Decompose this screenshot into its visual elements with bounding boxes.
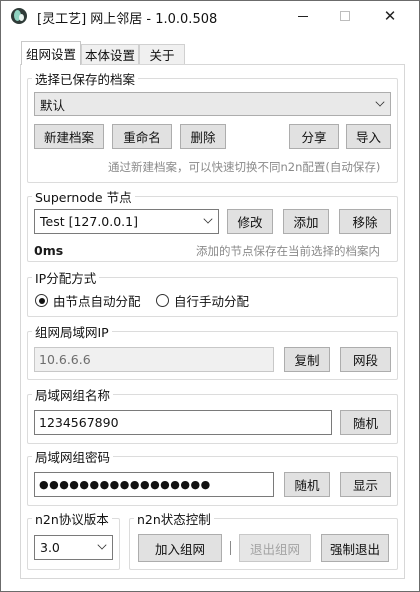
radio-manual-assign[interactable]: 自行手动分配 <box>156 291 249 310</box>
chevron-down-icon <box>97 540 107 550</box>
join-network-button[interactable]: 加入组网 <box>138 534 222 562</box>
tab-about[interactable]: 关于 <box>139 44 185 64</box>
app-logo-icon <box>11 8 27 24</box>
lan-ip-field[interactable]: 10.6.6.6 <box>34 347 274 372</box>
radio-auto-assign-label: 由节点自动分配 <box>53 294 141 309</box>
radio-unselected-icon <box>156 294 169 307</box>
tab-local-settings[interactable]: 本体设置 <box>81 44 139 64</box>
radio-selected-icon <box>35 294 48 307</box>
maximize-icon <box>340 11 350 21</box>
button-separator <box>230 541 231 555</box>
profile-hint: 通过新建档案，可以快速切换不同n2n配置(自动保存) <box>108 160 381 174</box>
minimize-button[interactable] <box>280 1 326 31</box>
control-group-title: n2n状态控制 <box>134 509 214 528</box>
remove-node-button[interactable]: 移除 <box>339 209 391 234</box>
chevron-down-icon <box>375 97 385 107</box>
delete-profile-button[interactable]: 删除 <box>180 124 226 149</box>
radio-manual-assign-label: 自行手动分配 <box>174 294 250 309</box>
tab-network-settings[interactable]: 组网设置 <box>21 41 81 65</box>
group-name-group-title: 局域网组名称 <box>32 385 114 404</box>
profile-group-title: 选择已保存的档案 <box>32 69 139 88</box>
group-password-group: 局域网组密码 ●●●●●●●●●●●●●●●●● 随机 显示 <box>27 447 398 506</box>
exit-network-button[interactable]: 退出组网 <box>239 534 311 562</box>
lan-ip-group: 组网局域网IP 10.6.6.6 复制 网段 <box>27 322 398 380</box>
random-name-button[interactable]: 随机 <box>340 410 391 435</box>
group-name-field[interactable]: 1234567890 <box>34 410 332 435</box>
close-icon: ✕ <box>383 7 397 25</box>
group-password-field[interactable]: ●●●●●●●●●●●●●●●●● <box>34 472 274 497</box>
group-name-group: 局域网组名称 1234567890 随机 <box>27 385 398 444</box>
ip-mode-group-title: IP分配方式 <box>32 268 100 287</box>
app-window: [灵工艺] 网上邻居 - 1.0.0.508 ✕ 组网设置 本体设置 关于 选择… <box>0 0 420 592</box>
tab-panel-network: 选择已保存的档案 默认 新建档案 重命名 删除 分享 导入 通过新建档案，可以快… <box>20 64 405 579</box>
lan-ip-group-title: 组网局域网IP <box>32 322 112 341</box>
add-node-button[interactable]: 添加 <box>283 209 329 234</box>
profile-select[interactable]: 默认 <box>34 92 391 116</box>
supernode-hint: 添加的节点保存在当前选择的档案内 <box>196 244 380 258</box>
chevron-down-icon <box>203 214 213 224</box>
ip-mode-group: IP分配方式 由节点自动分配 自行手动分配 <box>27 268 398 317</box>
protocol-group: n2n协议版本 3.0 <box>27 509 120 570</box>
profile-select-value: 默认 <box>40 97 66 113</box>
new-profile-button[interactable]: 新建档案 <box>34 124 104 149</box>
modify-node-button[interactable]: 修改 <box>227 209 273 234</box>
radio-auto-assign[interactable]: 由节点自动分配 <box>35 291 141 310</box>
window-title: [灵工艺] 网上邻居 - 1.0.0.508 <box>37 12 218 27</box>
maximize-button[interactable] <box>322 1 368 31</box>
latency-value: 0ms <box>34 243 64 258</box>
supernode-select-value: Test [127.0.0.1] <box>40 214 138 229</box>
share-profile-button[interactable]: 分享 <box>289 124 339 149</box>
rename-profile-button[interactable]: 重命名 <box>112 124 172 149</box>
protocol-select-value: 3.0 <box>40 540 60 555</box>
force-exit-button[interactable]: 强制退出 <box>321 534 389 562</box>
segment-button[interactable]: 网段 <box>340 347 391 372</box>
supernode-group: Supernode 节点 Test [127.0.0.1] 修改 添加 移除 0… <box>27 187 398 262</box>
minimize-icon <box>298 15 308 17</box>
protocol-group-title: n2n协议版本 <box>32 509 112 528</box>
group-password-group-title: 局域网组密码 <box>32 447 114 466</box>
control-group: n2n状态控制 加入组网 退出组网 强制退出 <box>129 509 398 570</box>
profile-group: 选择已保存的档案 默认 新建档案 重命名 删除 分享 导入 通过新建档案，可以快… <box>27 69 398 183</box>
random-password-button[interactable]: 随机 <box>284 472 330 497</box>
protocol-select[interactable]: 3.0 <box>34 535 113 560</box>
supernode-group-title: Supernode 节点 <box>32 187 135 206</box>
title-bar[interactable]: [灵工艺] 网上邻居 - 1.0.0.508 ✕ <box>1 1 419 31</box>
copy-ip-button[interactable]: 复制 <box>284 347 330 372</box>
supernode-select[interactable]: Test [127.0.0.1] <box>34 209 219 234</box>
close-button[interactable]: ✕ <box>367 1 413 31</box>
import-profile-button[interactable]: 导入 <box>346 124 391 149</box>
show-password-button[interactable]: 显示 <box>340 472 391 497</box>
